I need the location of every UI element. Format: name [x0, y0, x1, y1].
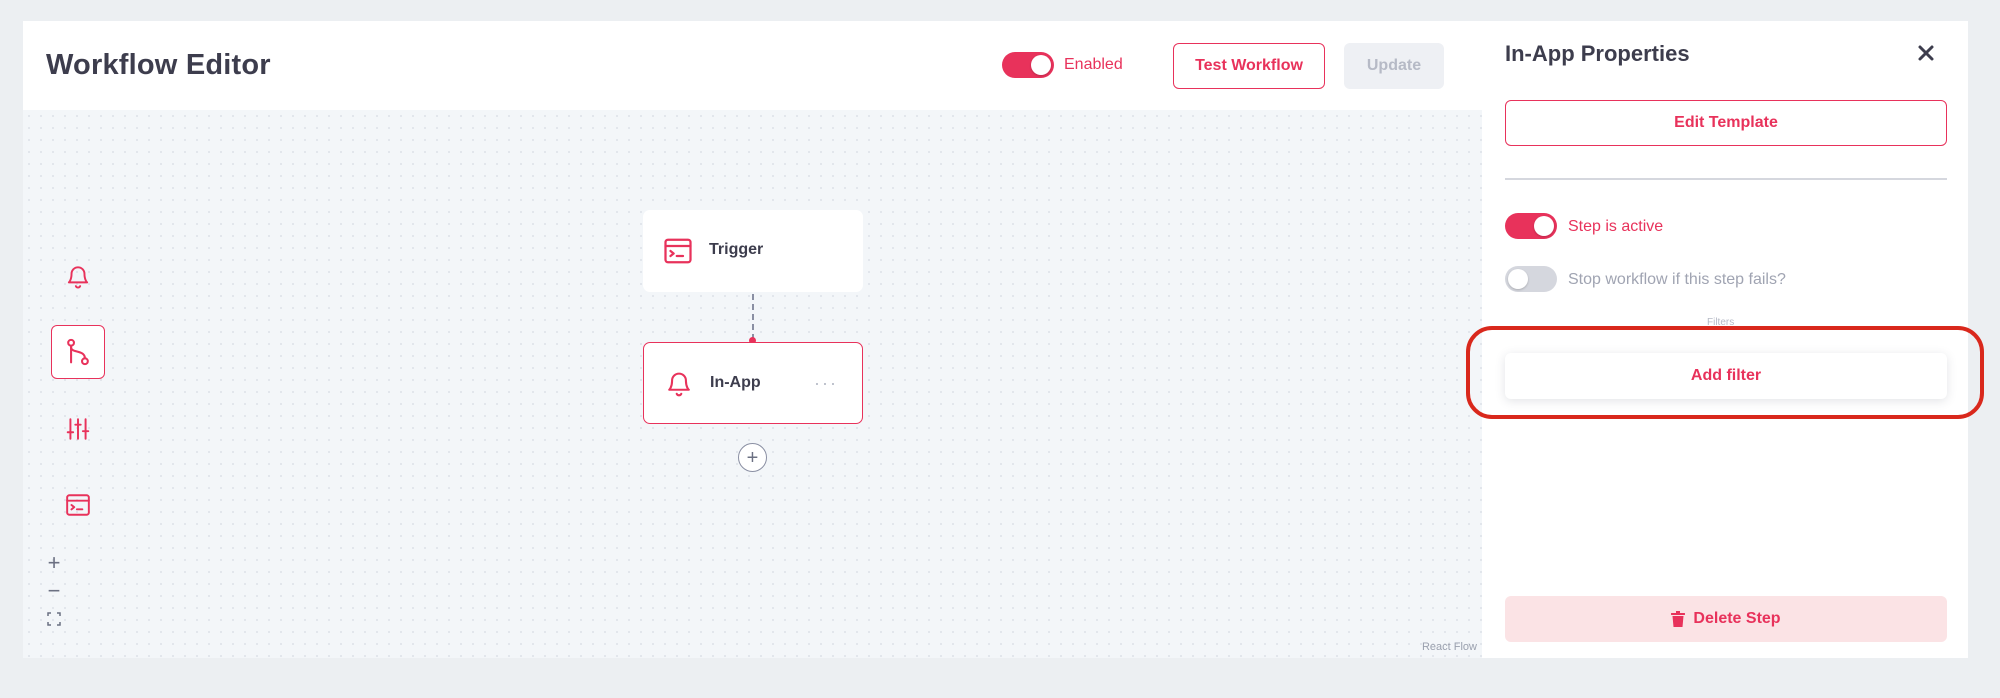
- sidebar-tool-in-app[interactable]: [51, 250, 105, 304]
- bell-icon: [67, 266, 89, 289]
- zoom-out-button[interactable]: −: [43, 578, 65, 603]
- sidebar-tool-trigger[interactable]: [51, 478, 105, 532]
- in-app-node[interactable]: In-App ···: [643, 342, 863, 424]
- enabled-label: Enabled: [1064, 56, 1123, 73]
- toggle-knob: [1534, 216, 1554, 236]
- delete-step-button[interactable]: Delete Step: [1505, 596, 1947, 642]
- trigger-node-label: Trigger: [709, 241, 764, 258]
- in-app-node-label: In-App: [710, 374, 761, 391]
- git-branch-icon: [67, 338, 89, 366]
- close-panel-button[interactable]: [1912, 39, 1940, 67]
- workflow-canvas[interactable]: Trigger In-App ··· + + − React Flow: [23, 110, 1482, 658]
- fit-view-icon: [47, 612, 61, 626]
- header: Workflow Editor Enabled Test Workflow Up…: [23, 21, 1482, 110]
- close-icon: [1918, 45, 1934, 61]
- delete-step-label: Delete Step: [1693, 610, 1781, 627]
- trigger-node[interactable]: Trigger: [643, 210, 863, 292]
- node-menu-icon[interactable]: ···: [814, 373, 838, 394]
- stop-on-failure-toggle[interactable]: [1505, 266, 1557, 292]
- trash-icon: [1671, 611, 1686, 627]
- step-active-label: Step is active: [1568, 218, 1664, 235]
- zoom-in-button[interactable]: +: [43, 550, 65, 575]
- sidebar-tool-git[interactable]: [51, 325, 105, 379]
- react-flow-attribution[interactable]: React Flow: [1422, 641, 1477, 653]
- terminal-window-icon: [66, 494, 90, 516]
- bell-icon: [668, 372, 690, 397]
- filters-label: Filters: [1707, 317, 1735, 328]
- app-window: Workflow Editor Enabled Test Workflow Up…: [23, 21, 1968, 658]
- test-workflow-button[interactable]: Test Workflow: [1173, 43, 1325, 89]
- stop-on-failure-label: Stop workflow if this step fails?: [1568, 271, 1786, 288]
- toggle-knob: [1508, 269, 1528, 289]
- node-connector: [752, 294, 754, 340]
- add-step-button[interactable]: +: [738, 443, 767, 472]
- step-active-toggle[interactable]: [1505, 213, 1557, 239]
- update-button[interactable]: Update: [1344, 43, 1444, 89]
- panel-title: In-App Properties: [1505, 41, 1690, 66]
- properties-panel: In-App Properties Edit Template Step is …: [1482, 21, 1968, 658]
- fit-view-button[interactable]: [43, 608, 65, 630]
- edit-template-button[interactable]: Edit Template: [1505, 100, 1947, 146]
- add-filter-button[interactable]: Add filter: [1505, 353, 1947, 399]
- page-title: Workflow Editor: [46, 49, 271, 81]
- terminal-window-icon: [664, 238, 692, 264]
- enabled-toggle[interactable]: [1002, 52, 1054, 78]
- sidebar-tool-settings[interactable]: [51, 402, 105, 456]
- sliders-icon: [66, 418, 90, 440]
- toggle-knob: [1031, 55, 1051, 75]
- divider: [1505, 178, 1947, 180]
